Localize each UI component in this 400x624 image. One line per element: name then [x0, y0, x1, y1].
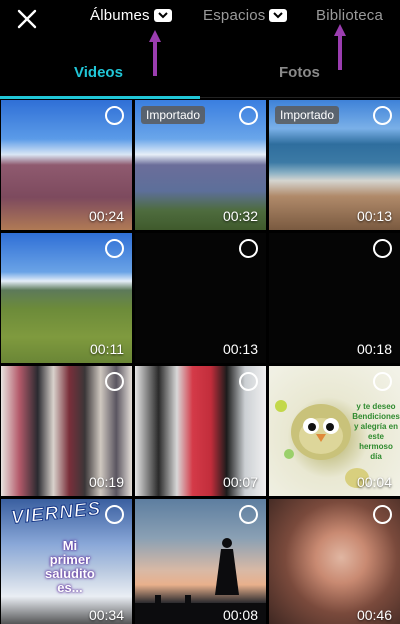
video-duration: 00:11: [90, 341, 124, 357]
tab-divider: [200, 97, 400, 98]
media-type-tabs: Videos Fotos: [0, 55, 400, 99]
viernes-line: es...: [57, 580, 83, 595]
select-circle[interactable]: [373, 505, 392, 524]
imported-badge: Importado: [275, 106, 340, 124]
tab-photos[interactable]: Fotos: [279, 64, 320, 81]
select-circle[interactable]: [239, 239, 258, 258]
video-duration: 00:34: [88, 607, 124, 623]
video-tile[interactable]: Importado 00:13: [269, 100, 400, 230]
greeting-line: este: [367, 432, 384, 441]
video-tile[interactable]: Importado 00:32: [135, 100, 266, 230]
video-duration: 00:18: [356, 341, 392, 357]
greeting-line: Bendiciones: [352, 412, 400, 421]
tab-videos[interactable]: Videos: [74, 64, 123, 81]
select-circle[interactable]: [105, 372, 124, 391]
viernes-line: saludito: [45, 566, 95, 581]
select-circle[interactable]: [239, 505, 258, 524]
video-duration: 00:08: [222, 607, 258, 623]
video-duration: 00:32: [222, 208, 258, 224]
video-tile[interactable]: 00:46: [269, 499, 400, 624]
select-circle[interactable]: [239, 106, 258, 125]
greeting-line: y te deseo: [356, 402, 396, 411]
greeting-line: día: [370, 452, 382, 461]
library-tab[interactable]: Biblioteca: [316, 7, 383, 24]
video-tile[interactable]: 00:19: [1, 366, 132, 496]
video-tile[interactable]: 00:07: [135, 366, 266, 496]
imported-badge: Importado: [141, 106, 206, 124]
video-tile[interactable]: 00:08: [135, 499, 266, 624]
video-duration: 00:13: [356, 208, 392, 224]
select-circle[interactable]: [239, 372, 258, 391]
select-circle[interactable]: [373, 239, 392, 258]
albums-dropdown[interactable]: Álbumes: [90, 7, 172, 24]
viernes-line: Mi: [62, 538, 78, 553]
viernes-line: primer: [49, 552, 91, 567]
video-duration: 00:46: [356, 607, 392, 623]
albums-label: Álbumes: [90, 7, 150, 24]
video-duration: 00:24: [88, 208, 124, 224]
video-tile[interactable]: VIERNES Mi primer saludito es... 00:34: [1, 499, 132, 624]
video-tile[interactable]: 00:11: [1, 233, 132, 363]
spaces-label: Espacios: [203, 7, 266, 24]
video-duration: 00:07: [222, 474, 258, 490]
greeting-line: y alegría en: [353, 422, 399, 431]
select-circle[interactable]: [105, 505, 124, 524]
chevron-down-icon: [153, 9, 172, 22]
media-grid: 00:24 Importado 00:32 Importado 00:13 00…: [0, 99, 400, 624]
select-circle[interactable]: [105, 106, 124, 125]
select-circle[interactable]: [373, 372, 392, 391]
video-duration: 00:19: [88, 474, 124, 490]
greeting-text-block: y te deseo Bendiciones y alegría en este…: [351, 402, 400, 462]
video-tile[interactable]: 00:18: [269, 233, 400, 363]
video-tile[interactable]: 00:13: [135, 233, 266, 363]
greeting-line: hermoso: [359, 442, 393, 451]
chevron-down-icon: [269, 9, 288, 22]
viernes-text-block: Mi primer saludito es...: [45, 539, 95, 595]
select-circle[interactable]: [373, 106, 392, 125]
close-button[interactable]: [14, 6, 40, 32]
close-icon: [17, 9, 37, 29]
video-tile[interactable]: y te deseo Bendiciones y alegría en este…: [269, 366, 400, 496]
spaces-dropdown[interactable]: Espacios: [203, 7, 288, 24]
library-label: Biblioteca: [316, 7, 384, 24]
video-tile[interactable]: 00:24: [1, 100, 132, 230]
video-duration: 00:04: [356, 474, 392, 490]
select-circle[interactable]: [105, 239, 124, 258]
video-duration: 00:13: [222, 341, 258, 357]
